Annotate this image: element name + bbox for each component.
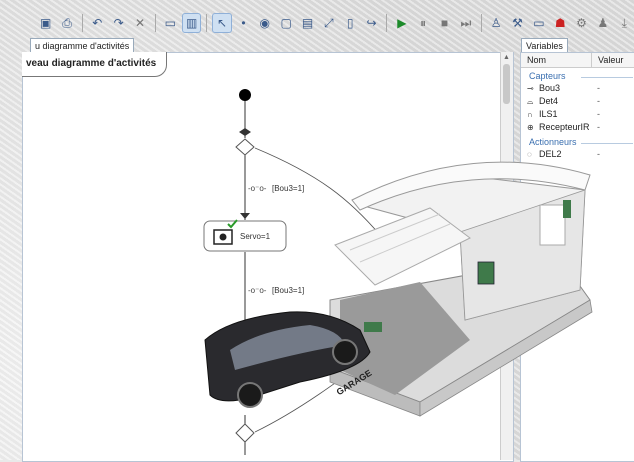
sensor-board bbox=[364, 322, 382, 332]
switch-icon: -o⁻o- bbox=[248, 184, 267, 193]
sensor-board bbox=[563, 200, 571, 218]
merge-node[interactable] bbox=[235, 423, 255, 443]
servo-icon-hub bbox=[219, 233, 227, 241]
car-wheel bbox=[237, 382, 263, 408]
garage-window bbox=[539, 204, 566, 246]
flow-arrow-icon bbox=[239, 128, 251, 136]
action-node-servo[interactable]: Servo=1 bbox=[203, 219, 287, 252]
transition-bou3-1[interactable]: -o⁻o- [Bou3=1] bbox=[248, 184, 304, 193]
transition-label: [Bou3=1] bbox=[272, 286, 304, 295]
switch-icon: -o⁻o- bbox=[248, 286, 267, 295]
sensor-board bbox=[477, 261, 495, 285]
flow-arrow-icon bbox=[240, 213, 250, 219]
activity-diagram: -o⁻o- [Bou3=1] Servo=1 -o⁻o- [Bou3=1] GA… bbox=[203, 89, 593, 455]
transition-bou3-1-second[interactable]: -o⁻o- [Bou3=1] bbox=[248, 286, 304, 295]
action-label: Servo=1 bbox=[240, 232, 271, 241]
transition-label: [Bou3=1] bbox=[272, 184, 304, 193]
car-wheel bbox=[332, 339, 358, 365]
decision-node[interactable] bbox=[235, 138, 255, 156]
initial-node[interactable] bbox=[239, 89, 251, 101]
